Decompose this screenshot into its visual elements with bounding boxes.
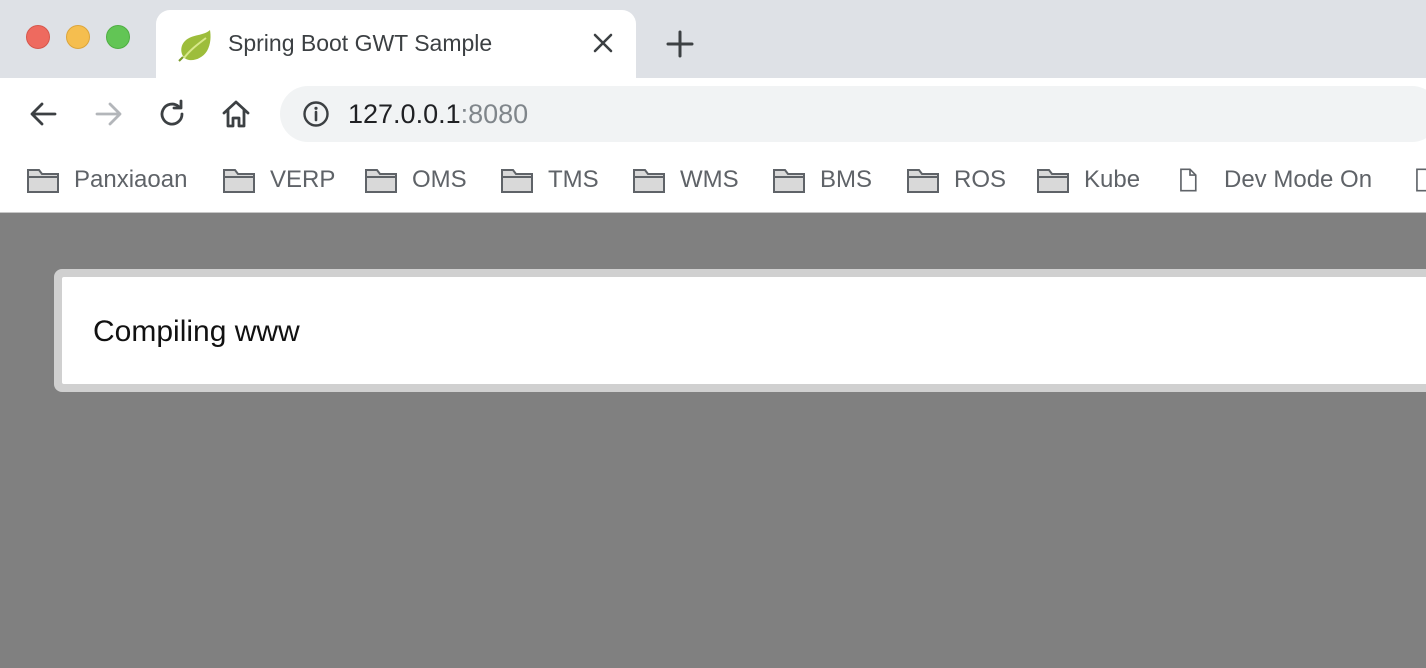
- bookmark-label: TMS: [548, 166, 599, 193]
- window-maximize-button[interactable]: [106, 25, 130, 49]
- close-icon[interactable]: [590, 30, 616, 56]
- bookmark-folder-bms[interactable]: BMS: [772, 162, 872, 198]
- page-icon: [1180, 168, 1197, 192]
- folder-icon: [223, 169, 255, 193]
- bookmark-label: WMS: [680, 166, 739, 193]
- back-button[interactable]: [26, 96, 62, 132]
- url-text[interactable]: 127.0.0.1:8080: [348, 99, 528, 130]
- page-icon: [1416, 168, 1426, 192]
- reload-button[interactable]: [154, 96, 190, 132]
- tab-strip: Spring Boot GWT Sample: [0, 0, 1426, 78]
- bookmark-dev-mode-on[interactable]: Dev Mode On: [1176, 162, 1372, 198]
- folder-icon: [27, 169, 59, 193]
- url-port: :8080: [460, 99, 529, 129]
- folder-icon: [501, 169, 533, 193]
- folder-icon: [773, 169, 805, 193]
- info-icon[interactable]: [302, 100, 330, 128]
- bookmark-label: VERP: [270, 166, 336, 193]
- compile-dialog: Compiling www: [54, 269, 1426, 392]
- bookmark-overflow-item[interactable]: [1412, 162, 1426, 198]
- bookmark-label: Dev Mode On: [1224, 166, 1373, 193]
- bookmark-folder-panxiaoan[interactable]: Panxiaoan: [26, 162, 187, 198]
- home-button[interactable]: [218, 96, 254, 132]
- arrow-left-icon: [30, 102, 57, 126]
- url-host: 127.0.0.1: [348, 99, 461, 129]
- page-content: Compiling www: [0, 214, 1426, 668]
- bookmark-label: ROS: [954, 166, 1007, 193]
- bookmark-folder-oms[interactable]: OMS: [364, 162, 467, 198]
- address-bar[interactable]: 127.0.0.1:8080: [280, 86, 1426, 142]
- folder-icon: [1037, 169, 1069, 193]
- browser-toolbar: 127.0.0.1:8080: [0, 78, 1426, 150]
- active-tab[interactable]: Spring Boot GWT Sample: [156, 10, 636, 78]
- home-icon: [222, 100, 250, 128]
- bookmark-label: OMS: [412, 166, 467, 193]
- window-minimize-button[interactable]: [66, 25, 90, 49]
- plus-icon[interactable]: [664, 28, 696, 60]
- reload-icon: [160, 99, 184, 126]
- spring-leaf-icon: [178, 30, 211, 62]
- forward-button[interactable]: [90, 96, 126, 132]
- arrow-right-icon: [95, 102, 122, 126]
- bookmark-label: BMS: [820, 166, 873, 193]
- bookmark-folder-wms[interactable]: WMS: [632, 162, 739, 198]
- bookmark-folder-kube[interactable]: Kube: [1036, 162, 1140, 198]
- bookmark-label: Panxiaoan: [74, 166, 188, 193]
- compile-dialog-body: Compiling www: [62, 277, 1426, 384]
- tab-title: Spring Boot GWT Sample: [228, 30, 493, 56]
- bookmark-folder-tms[interactable]: TMS: [500, 162, 599, 198]
- compile-status-message: Compiling www: [93, 315, 300, 348]
- window-close-button[interactable]: [26, 25, 50, 49]
- bookmark-folder-verp[interactable]: VERP: [222, 162, 335, 198]
- bookmark-folder-ros[interactable]: ROS: [906, 162, 1006, 198]
- folder-icon: [365, 169, 397, 193]
- folder-icon: [907, 169, 939, 193]
- bookmark-label: Kube: [1084, 166, 1141, 193]
- folder-icon: [633, 169, 665, 193]
- bookmarks-bar: Panxiaoan VERP OMS TMS WMS BMS ROS Kube …: [0, 150, 1426, 213]
